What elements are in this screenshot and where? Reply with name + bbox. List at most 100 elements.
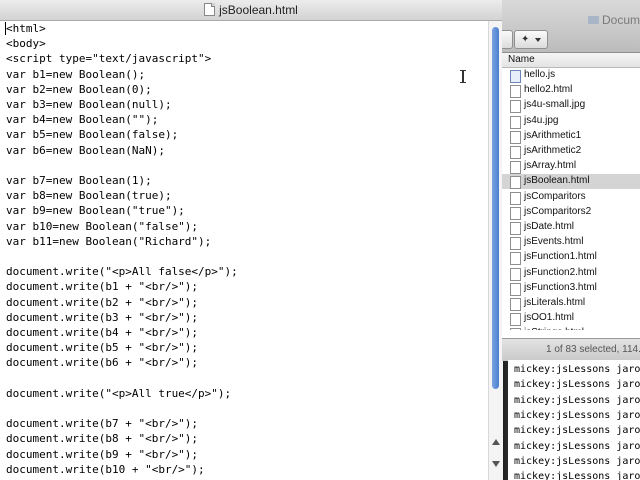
file-row[interactable]: jsArray.html (502, 159, 640, 175)
terminal-line: mickey:jsLessons jarob (514, 471, 640, 480)
terminal-line: mickey:jsLessons jarob (514, 425, 640, 437)
code-line: document.write(b2 + "<br/>"); (6, 295, 199, 309)
code-line: var b9=new Boolean("true"); (6, 204, 185, 218)
file-row[interactable]: jsOO1.html (502, 311, 640, 327)
file-row[interactable]: hello2.html (502, 83, 640, 99)
file-icon (510, 146, 521, 159)
file-row[interactable]: hello.js (502, 68, 640, 83)
file-icon (510, 191, 521, 205)
column-header-label: Name (508, 54, 535, 65)
finder-toolbar: Docume ✦ (502, 0, 640, 53)
terminal-window[interactable]: mickey:jsLessons jarob mickey:jsLessons j… (508, 360, 640, 480)
code-line: document.write(b6 + "<br/>"); (6, 356, 199, 370)
code-line: var b6=new Boolean(NaN); (6, 143, 165, 157)
file-row[interactable]: js4u-small.jpg (502, 98, 640, 114)
file-row[interactable]: js4u.jpg (502, 114, 640, 129)
editor-window: jsBoolean.html <html> <body> <script type=… (0, 0, 503, 480)
editor-title-text: jsBoolean.html (219, 3, 298, 17)
file-icon (510, 298, 521, 311)
file-icon (510, 115, 521, 129)
file-name: jsFunction1.html (524, 251, 597, 263)
file-icon (510, 328, 521, 330)
folder-icon (588, 16, 599, 24)
file-name: jsComparitors2 (524, 205, 592, 217)
file-icon (510, 237, 521, 251)
file-name: jsOO1.html (524, 312, 575, 324)
file-name: js4u.jpg (524, 114, 559, 126)
code-line: var b8=new Boolean(true); (6, 189, 172, 203)
file-icon (510, 282, 521, 296)
file-icon (510, 100, 521, 114)
code-line: document.write(b4 + "<br/>"); (6, 326, 199, 339)
file-name: jsComparitors (524, 190, 586, 202)
file-icon (510, 252, 521, 266)
file-list: hello.js hello2.html js4u-small.jpg js4u.jp… (502, 68, 640, 330)
file-row[interactable]: jsComparitors (502, 190, 640, 205)
code-line: var b5=new Boolean(false); (6, 128, 179, 142)
file-name: jsArray.html (524, 160, 577, 172)
file-row[interactable]: jsBoolean.html (502, 174, 640, 190)
file-row[interactable]: jsEvents.html (502, 235, 640, 251)
dropbox-button[interactable]: ✦ (514, 30, 548, 49)
scrollbar-thumb[interactable] (492, 27, 499, 389)
file-icon (510, 85, 521, 99)
file-row[interactable]: jsArithmetic2 (502, 144, 640, 159)
file-name: jsStrings.html (524, 327, 584, 330)
file-row[interactable]: jsFunction1.html (502, 250, 640, 266)
code-line: document.write("<p>All false</p>"); (6, 265, 238, 279)
file-row[interactable]: jsFunction2.html (502, 266, 640, 281)
toolbar-button[interactable] (502, 30, 513, 49)
file-icon (510, 176, 521, 190)
code-line: var b7=new Boolean(1); (6, 174, 152, 187)
code-line: var b10=new Boolean("false"); (6, 219, 199, 233)
file-row[interactable]: jsComparitors2 (502, 205, 640, 220)
file-icon (510, 222, 521, 235)
file-name: jsFunction3.html (524, 281, 597, 293)
file-name: hello2.html (524, 84, 573, 96)
file-icon (510, 267, 521, 281)
code-line: document.write("<p>All true</p>"); (6, 386, 232, 400)
scroll-up-arrow-icon[interactable] (492, 439, 500, 445)
file-row[interactable]: jsArithmetic1 (502, 129, 640, 144)
code-editor[interactable]: <html> <body> <script type="text/javascrip… (0, 21, 488, 480)
chevron-down-icon (535, 38, 541, 42)
file-row[interactable]: jsFunction3.html (502, 281, 640, 296)
file-name: js4u-small.jpg (524, 99, 586, 111)
code-line: var b1=new Boolean(); (6, 67, 146, 81)
code-line: <body> (6, 37, 46, 51)
finder-status-text: 1 of 83 selected, 114. (546, 344, 640, 355)
finder-title-text: Docume (602, 13, 640, 27)
file-name: jsArithmetic1 (524, 129, 582, 141)
editor-titlebar[interactable]: jsBoolean.html (0, 0, 502, 21)
code-line: <html> (6, 22, 46, 35)
file-row[interactable]: jsDate.html (502, 220, 640, 235)
finder-title: Docume (588, 13, 640, 27)
file-name: jsFunction2.html (524, 266, 597, 278)
code-line: document.write(b1 + "<br/>"); (6, 280, 199, 294)
finder-window: Docume ✦ Name hello.js hello2.html js4u-sm… (502, 0, 640, 361)
column-header-name[interactable]: Name (502, 53, 640, 68)
code-line: var b11=new Boolean("Richard"); (6, 234, 212, 248)
file-icon (510, 206, 521, 220)
file-name: jsDate.html (524, 221, 575, 232)
code-line: <script type="text/javascript"> (6, 52, 212, 66)
file-row[interactable]: jsLiterals.html (502, 296, 640, 311)
file-name: jsEvents.html (524, 236, 584, 248)
scroll-down-arrow-icon[interactable] (492, 461, 500, 467)
terminal-line: mickey:jsLessons jarob (514, 364, 640, 375)
code-line: var b3=new Boolean(null); (6, 98, 172, 111)
file-name: jsArithmetic2 (524, 145, 582, 156)
file-icon (510, 313, 521, 327)
editor-title: jsBoolean.html (0, 3, 502, 17)
code-line: document.write(b3 + "<br/>"); (6, 310, 199, 324)
file-name: jsBoolean.html (524, 175, 590, 187)
file-name: hello.js (524, 69, 556, 80)
terminal-line: mickey:jsLessons jarob (514, 440, 640, 452)
terminal-line: mickey:jsLessons jarob (514, 379, 640, 391)
vertical-scrollbar[interactable] (488, 21, 503, 480)
code-line: var b4=new Boolean(""); (6, 113, 159, 127)
terminal-line: mickey:jsLessons jarob (514, 455, 640, 467)
code-line: document.write(b5 + "<br/>"); (6, 341, 199, 355)
code-line: document.write(b8 + "<br/>"); (6, 432, 199, 446)
file-row[interactable]: jsStrings.html (502, 326, 640, 330)
